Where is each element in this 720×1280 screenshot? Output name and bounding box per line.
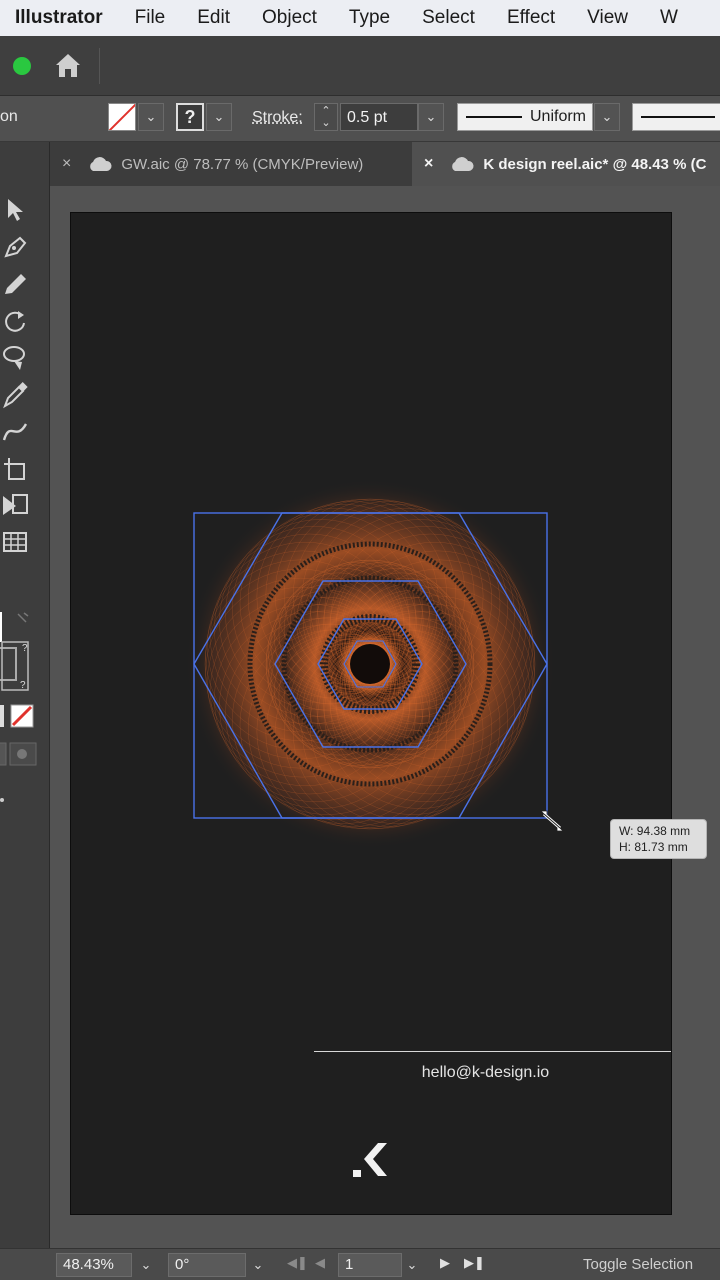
dimension-tooltip: W: 94.38 mm H: 81.73 mm xyxy=(610,819,707,859)
next-artboard-icon[interactable]: ▶ xyxy=(440,1255,450,1271)
pen-tool-icon[interactable] xyxy=(0,232,36,262)
control-bar: on ⌄ ? ⌄ Stroke: ⌃ ⌄ 0.5 pt ⌄ Uniform ⌄ xyxy=(0,96,720,142)
pencil-tool-icon[interactable] xyxy=(0,269,36,299)
brush-definition[interactable] xyxy=(632,103,720,131)
tab-gw-document[interactable]: × GW.aic @ 78.77 % (CMYK/Preview) xyxy=(50,142,410,186)
table-graph-tool-icon[interactable] xyxy=(0,527,36,557)
stroke-weight-stepper[interactable]: ⌃ ⌄ xyxy=(314,103,338,131)
cloud-document-icon xyxy=(452,157,474,171)
profile-line-preview xyxy=(466,116,522,118)
stroke-weight-dropdown-chevron-icon[interactable]: ⌄ xyxy=(418,103,444,131)
rotation-field[interactable]: 0° xyxy=(168,1253,246,1277)
home-icon[interactable] xyxy=(53,50,83,80)
resize-cursor-icon xyxy=(540,810,564,832)
rotate-tool-icon[interactable] xyxy=(0,306,36,336)
zoom-dropdown-chevron-icon[interactable]: ⌄ xyxy=(132,1253,160,1277)
hexagon-spirograph-artwork[interactable] xyxy=(150,470,590,870)
last-artboard-icon[interactable]: ▶❚ xyxy=(464,1255,485,1271)
previous-artboard-icon[interactable]: ◀ xyxy=(315,1255,325,1271)
stroke-weight-input[interactable]: 0.5 pt xyxy=(340,103,418,131)
menu-edit[interactable]: Edit xyxy=(197,7,230,29)
pattern-core xyxy=(350,644,390,684)
stroke-color-dropdown-chevron-icon[interactable]: ⌄ xyxy=(206,103,232,131)
more-tools-dot-icon[interactable] xyxy=(0,792,10,802)
tab-label: GW.aic @ 78.77 % (CMYK/Preview) xyxy=(121,155,364,173)
lasso-tool-icon[interactable] xyxy=(0,342,36,372)
menu-type[interactable]: Type xyxy=(349,7,390,29)
menu-app-name[interactable]: Illustrator xyxy=(0,7,103,29)
menu-window[interactable]: W xyxy=(660,7,678,29)
svg-text:?: ? xyxy=(22,643,28,654)
profile-dropdown-chevron-icon[interactable]: ⌄ xyxy=(594,103,620,131)
svg-text:?: ? xyxy=(20,680,26,691)
none-color-mode-icon[interactable] xyxy=(0,702,40,730)
first-artboard-icon[interactable]: ◀❚ xyxy=(287,1255,308,1271)
menu-view[interactable]: View xyxy=(587,7,628,29)
variable-width-profile[interactable]: Uniform xyxy=(457,103,593,131)
tooltip-width: W: 94.38 mm xyxy=(619,824,691,838)
tooltip-height: H: 81.73 mm xyxy=(619,840,688,854)
menu-select[interactable]: Select xyxy=(422,7,475,29)
appbar-divider xyxy=(99,48,100,84)
tools-panel: ? ? xyxy=(0,142,50,1248)
artboard-number-field[interactable]: 1 xyxy=(338,1253,402,1277)
application-bar xyxy=(0,36,720,96)
stroke-color-swatch[interactable]: ? xyxy=(176,103,204,131)
stroke-label[interactable]: Stroke: xyxy=(252,109,303,127)
menu-file[interactable]: File xyxy=(135,7,166,29)
close-tab-icon[interactable]: × xyxy=(62,155,71,173)
window-zoom-button[interactable] xyxy=(13,57,31,75)
blend-tool-icon[interactable] xyxy=(0,416,36,446)
cloud-document-icon xyxy=(90,157,112,171)
artboard-tool-icon[interactable] xyxy=(0,454,36,484)
fill-none-swatch[interactable] xyxy=(108,103,136,131)
tab-k-design-reel[interactable]: × K design reel.aic* @ 48.43 % (C xyxy=(412,142,720,186)
brush-line-preview xyxy=(641,116,715,118)
free-transform-tool-icon[interactable] xyxy=(0,490,36,520)
k-design-logo xyxy=(353,1143,387,1177)
tab-label: K design reel.aic* @ 48.43 % (C xyxy=(483,155,707,173)
menu-bar: Illustrator File Edit Object Type Select… xyxy=(0,0,720,36)
menu-object[interactable]: Object xyxy=(262,7,317,29)
status-bar: 48.43% ⌄ 0° ⌄ ◀❚ ◀ 1 ⌄ ▶ ▶❚ Toggle Selec… xyxy=(0,1248,720,1280)
selection-tool-icon[interactable] xyxy=(0,194,36,224)
eyedropper-tool-icon[interactable] xyxy=(0,380,36,410)
rotation-dropdown-chevron-icon[interactable]: ⌄ xyxy=(244,1253,272,1277)
contact-email: hello@k-design.io xyxy=(421,1064,550,1081)
close-tab-icon[interactable]: × xyxy=(424,155,433,173)
selection-type-label: on xyxy=(0,108,18,125)
fill-stroke-swatches[interactable]: ? ? xyxy=(0,612,50,702)
document-tab-bar: × GW.aic @ 78.77 % (CMYK/Preview) × K de… xyxy=(50,142,720,186)
artboard-dropdown-chevron-icon[interactable]: ⌄ xyxy=(398,1253,426,1277)
menu-effect[interactable]: Effect xyxy=(507,7,555,29)
fill-dropdown-chevron-icon[interactable]: ⌄ xyxy=(138,103,164,131)
toggle-selection-label[interactable]: Toggle Selection xyxy=(583,1256,693,1273)
profile-label: Uniform xyxy=(530,108,587,125)
footer-divider-line xyxy=(314,1051,671,1052)
zoom-level-field[interactable]: 48.43% xyxy=(56,1253,132,1277)
draw-mode-icon[interactable] xyxy=(0,740,40,768)
